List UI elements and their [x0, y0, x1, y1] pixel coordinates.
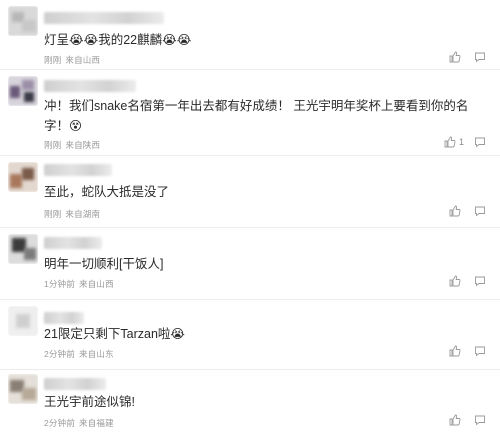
- comment-meta: 刚刚 来自湖南: [44, 208, 100, 220]
- comment-item: 明年一切顺利[干饭人] 1分钟前 来自山西: [0, 228, 500, 300]
- comment-text: 至此，蛇队大抵是没了: [44, 185, 170, 199]
- like-count: 1: [458, 137, 464, 147]
- username[interactable]: [44, 164, 112, 176]
- avatar[interactable]: [8, 162, 38, 192]
- comment-item: 王光宇前途似锦! 2分钟前 来自福建: [0, 370, 500, 440]
- avatar[interactable]: [8, 6, 38, 36]
- thumbs-up-icon: [449, 51, 461, 63]
- like-button[interactable]: [449, 275, 464, 287]
- like-button[interactable]: [449, 345, 464, 357]
- username[interactable]: [44, 12, 164, 24]
- comment-meta: 2分钟前 来自福建: [44, 417, 114, 429]
- comment-time: 1分钟前: [44, 279, 76, 289]
- comment-actions: [449, 345, 486, 357]
- comment-location: 来自山西: [65, 55, 101, 65]
- comment-item: 至此，蛇队大抵是没了 刚刚 来自湖南: [0, 156, 500, 228]
- comment-meta: 2分钟前 来自山东: [44, 348, 114, 360]
- comment-icon: [474, 345, 486, 357]
- avatar[interactable]: [8, 306, 38, 336]
- comment-meta: 1分钟前 来自山西: [44, 278, 114, 290]
- like-button[interactable]: [449, 51, 464, 63]
- comment-time: 2分钟前: [44, 349, 76, 359]
- comment-actions: [449, 275, 486, 287]
- reply-button[interactable]: [474, 275, 486, 287]
- username[interactable]: [44, 237, 102, 249]
- avatar[interactable]: [8, 234, 38, 264]
- comment-time: 2分钟前: [44, 418, 76, 428]
- like-button[interactable]: 1: [444, 136, 464, 148]
- like-button[interactable]: [449, 205, 464, 217]
- comment-time: 刚刚: [44, 209, 62, 219]
- avatar[interactable]: [8, 76, 38, 106]
- comment-actions: 1: [444, 136, 486, 148]
- reply-button[interactable]: [474, 345, 486, 357]
- comment-location: 来自湖南: [65, 209, 101, 219]
- comment-time: 刚刚: [44, 55, 62, 65]
- comment-text: 灯呈😭😭我的22麒麟😭😭: [44, 33, 192, 47]
- comment-text: 王光宇前途似锦!: [44, 395, 135, 409]
- comment-list: 灯呈😭😭我的22麒麟😭😭 刚刚 来自山西 冲！我们snake名宿第一年出去都有好…: [0, 0, 500, 440]
- reply-button[interactable]: [474, 51, 486, 63]
- comment-meta: 刚刚 来自陕西: [44, 139, 100, 151]
- comment-icon: [474, 51, 486, 63]
- avatar[interactable]: [8, 374, 38, 404]
- reply-button[interactable]: [474, 205, 486, 217]
- comment-actions: [449, 51, 486, 63]
- comment-item: 冲！我们snake名宿第一年出去都有好成绩！ 王光宇明年奖杯上要看到你的名字！😵…: [0, 70, 500, 156]
- comment-actions: [449, 205, 486, 217]
- comment-location: 来自山西: [79, 279, 114, 289]
- comment-time: 刚刚: [44, 140, 62, 150]
- like-button[interactable]: [449, 414, 464, 426]
- comment-actions: [449, 414, 486, 426]
- comment-icon: [474, 275, 486, 287]
- comment-location: 来自山东: [79, 349, 114, 359]
- comment-item: 灯呈😭😭我的22麒麟😭😭 刚刚 来自山西: [0, 0, 500, 70]
- comment-item: 21限定只剩下Tarzan啦😭 2分钟前 来自山东: [0, 300, 500, 370]
- thumbs-up-icon: [449, 414, 461, 426]
- comment-text: 21限定只剩下Tarzan啦😭: [44, 327, 186, 341]
- comment-icon: [474, 136, 486, 148]
- comment-text: 冲！我们snake名宿第一年出去都有好成绩！ 王光宇明年奖杯上要看到你的名字！😵: [44, 99, 469, 133]
- comment-icon: [474, 205, 486, 217]
- comment-text: 明年一切顺利[干饭人]: [44, 257, 164, 271]
- reply-button[interactable]: [474, 414, 486, 426]
- comment-location: 来自福建: [79, 418, 114, 428]
- thumbs-up-icon: [449, 205, 461, 217]
- comment-meta: 刚刚 来自山西: [44, 54, 100, 66]
- username[interactable]: [44, 312, 84, 324]
- username[interactable]: [44, 378, 106, 390]
- thumbs-up-icon: [449, 345, 461, 357]
- comment-icon: [474, 414, 486, 426]
- thumbs-up-icon: [449, 275, 461, 287]
- reply-button[interactable]: [474, 136, 486, 148]
- comment-location: 来自陕西: [65, 140, 101, 150]
- thumbs-up-icon: [444, 136, 456, 148]
- username[interactable]: [44, 80, 136, 92]
